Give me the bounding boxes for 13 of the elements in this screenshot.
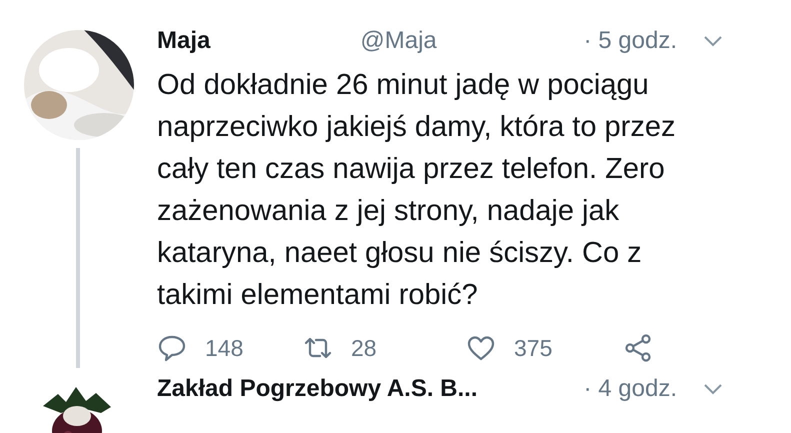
timestamp: · 4 godz. — [584, 375, 677, 403]
timestamp: · 5 godz. — [584, 27, 677, 55]
retweet-count: 28 — [351, 334, 377, 362]
chevron-down-icon[interactable] — [703, 383, 723, 395]
reply-icon[interactable] — [157, 333, 187, 363]
reply-count: 148 — [205, 334, 244, 362]
share-icon[interactable] — [623, 333, 653, 363]
user-handle: @Maja — [360, 27, 437, 55]
user-name[interactable]: Maja — [157, 27, 210, 55]
tweet-text: Od dokładnie 26 minut jadę w pociągu naprzeciwko jakiejś damy, która to przez cały ten czas nawija przez telefon. Zero zażenowania z jej strony, nadaje jak kataryna, naeet głosu nie ściszy. Co z takimi elementami robić? — [157, 68, 676, 313]
like-count: 375 — [514, 334, 552, 362]
user-name[interactable]: Zakład Pogrzebowy A.S. B... — [157, 375, 478, 403]
chevron-down-icon[interactable] — [703, 35, 723, 47]
